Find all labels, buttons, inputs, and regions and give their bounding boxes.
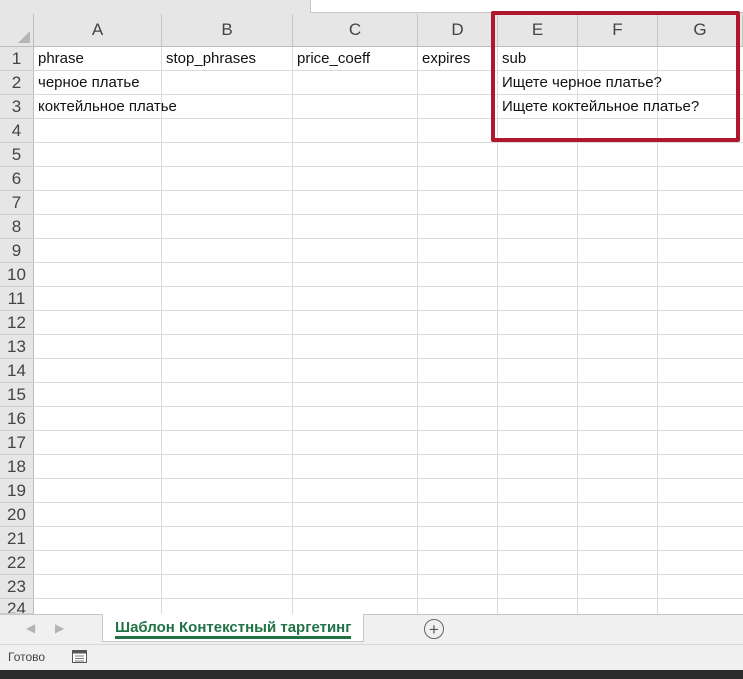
cell-a2[interactable]: черное платье (34, 71, 140, 95)
cell-a3[interactable]: коктейльное платье (34, 95, 177, 119)
row-header[interactable]: 5 (0, 143, 34, 167)
row-header[interactable]: 3 (0, 95, 34, 119)
gridline (34, 430, 743, 431)
gridline (292, 47, 293, 614)
row-header[interactable]: 12 (0, 311, 34, 335)
column-header-g[interactable]: G (658, 14, 743, 47)
gridline (34, 286, 743, 287)
row-header[interactable]: 13 (0, 335, 34, 359)
formula-input[interactable] (310, 0, 743, 13)
gridline (161, 47, 162, 614)
row-header[interactable]: 22 (0, 551, 34, 575)
gridline (34, 454, 743, 455)
gridline (34, 334, 743, 335)
row-header[interactable]: 11 (0, 287, 34, 311)
gridline (34, 406, 743, 407)
taskbar-strip (0, 670, 743, 679)
row-header[interactable]: 17 (0, 431, 34, 455)
row-header[interactable]: 23 (0, 575, 34, 599)
row-header[interactable]: 16 (0, 407, 34, 431)
sheet-tab-active[interactable]: Шаблон Контекстный таргетинг (102, 614, 365, 642)
gridline (34, 310, 743, 311)
row-header[interactable]: 8 (0, 215, 34, 239)
row-header[interactable]: 24 (0, 599, 34, 614)
gridline (34, 550, 743, 551)
gridline (577, 47, 578, 614)
cell-e2[interactable]: Ищете черное платье? (498, 71, 662, 95)
row-header[interactable]: 9 (0, 239, 34, 263)
row-header[interactable]: 14 (0, 359, 34, 383)
column-header-a[interactable]: A (34, 14, 162, 47)
cell-e3[interactable]: Ищете коктейльное платье? (498, 95, 699, 119)
cell-e1[interactable]: sub (498, 47, 526, 71)
column-header-d[interactable]: D (418, 14, 498, 47)
right-arrow-icon[interactable]: ▶ (55, 621, 64, 635)
status-ready-text: Готово (8, 650, 46, 664)
row-header[interactable]: 2 (0, 71, 34, 95)
select-all-triangle-icon (18, 31, 30, 43)
sheet-tab-bar: ◀ ▶ Шаблон Контекстный таргетинг + (0, 614, 743, 644)
gridline (34, 358, 743, 359)
plus-circle-icon[interactable]: + (424, 619, 444, 639)
left-arrow-icon[interactable]: ◀ (26, 621, 35, 635)
cell-c1[interactable]: price_coeff (293, 47, 370, 71)
row-header[interactable]: 15 (0, 383, 34, 407)
sheet-tab-underline (115, 636, 352, 639)
column-header-c[interactable]: C (293, 14, 418, 47)
gridline (34, 262, 743, 263)
column-header-b[interactable]: B (162, 14, 293, 47)
row-header[interactable]: 7 (0, 191, 34, 215)
gridline (34, 598, 743, 599)
gridline (657, 47, 658, 614)
row-header[interactable]: 10 (0, 263, 34, 287)
gridline (34, 526, 743, 527)
column-header-f[interactable]: F (578, 14, 658, 47)
select-all-corner[interactable] (0, 14, 34, 47)
gridline (34, 214, 743, 215)
gridline (497, 47, 498, 614)
gridline (34, 142, 743, 143)
gridline (417, 47, 418, 614)
gridline (34, 238, 743, 239)
row-header[interactable]: 6 (0, 167, 34, 191)
gridline (34, 574, 743, 575)
macro-record-icon[interactable] (72, 650, 87, 663)
row-header[interactable]: 21 (0, 527, 34, 551)
gridline (34, 190, 743, 191)
cell-a1[interactable]: phrase (34, 47, 84, 71)
sheet-tab-label: Шаблон Контекстный таргетинг (115, 619, 352, 636)
status-bar: Готово (0, 644, 743, 670)
gridline (34, 166, 743, 167)
cell-d1[interactable]: expires (418, 47, 470, 71)
gridline (34, 382, 743, 383)
cell-b1[interactable]: stop_phrases (162, 47, 256, 71)
row-header[interactable]: 18 (0, 455, 34, 479)
gridline (34, 478, 743, 479)
row-header[interactable]: 4 (0, 119, 34, 143)
gridline (34, 502, 743, 503)
row-header[interactable]: 20 (0, 503, 34, 527)
row-header[interactable]: 19 (0, 479, 34, 503)
row-header[interactable]: 1 (0, 47, 34, 71)
column-header-e[interactable]: E (498, 14, 578, 47)
